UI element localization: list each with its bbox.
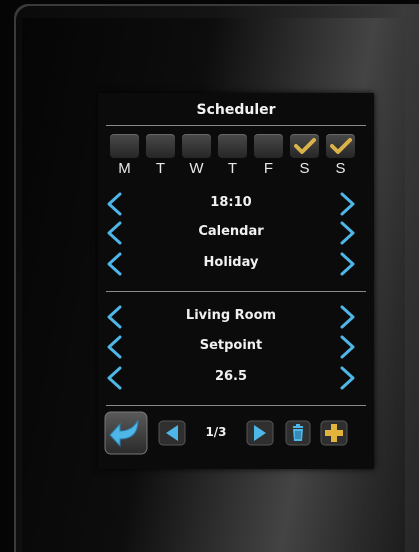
chevron-right-icon[interactable] — [336, 221, 358, 245]
chevron-right-icon[interactable] — [336, 305, 358, 329]
day-checkbox-fri[interactable] — [254, 134, 283, 158]
checkmark-icon — [330, 138, 352, 154]
back-button[interactable] — [104, 411, 148, 455]
chevron-left-icon[interactable] — [104, 221, 126, 245]
day-checkbox-thu[interactable] — [218, 134, 247, 158]
function-value: Setpoint — [199, 338, 263, 353]
add-button[interactable] — [320, 420, 348, 446]
day-label: T — [227, 160, 238, 177]
chevron-left-icon[interactable] — [104, 366, 126, 390]
chevron-right-icon[interactable] — [336, 335, 358, 359]
scheduler-panel: Scheduler M T W T F S S 18:10 Calendar H… — [98, 93, 374, 469]
day-label: M — [118, 160, 131, 177]
day-label: S — [335, 160, 346, 177]
prev-page-button[interactable] — [158, 420, 186, 446]
next-page-button[interactable] — [246, 420, 274, 446]
day-checkbox-wed[interactable] — [182, 134, 211, 158]
day-label: S — [299, 160, 310, 177]
day-label: T — [155, 160, 166, 177]
divider — [106, 125, 366, 126]
setpoint-row: 26.5 — [98, 366, 374, 390]
page-title: Scheduler — [196, 102, 276, 118]
function-row: Setpoint — [98, 335, 374, 359]
day-checkbox-tue[interactable] — [146, 134, 175, 158]
room-value: Living Room — [185, 308, 277, 323]
day-label: F — [263, 160, 274, 177]
time-row: 18:10 — [98, 192, 374, 216]
delete-button[interactable] — [285, 420, 311, 446]
chevron-right-icon[interactable] — [336, 252, 358, 276]
chevron-right-icon[interactable] — [336, 192, 358, 216]
chevron-left-icon[interactable] — [104, 252, 126, 276]
setpoint-value: 26.5 — [214, 369, 248, 384]
calendar-row: Holiday — [98, 252, 374, 276]
calendar-value: Holiday — [203, 255, 259, 270]
page-indicator: 1/3 — [205, 425, 227, 439]
chevron-right-icon[interactable] — [336, 366, 358, 390]
divider — [106, 291, 366, 292]
day-checkbox-sun[interactable] — [326, 134, 355, 158]
time-value: 18:10 — [210, 195, 252, 210]
mode-value: Calendar — [198, 224, 264, 239]
mode-row: Calendar — [98, 221, 374, 245]
day-checkbox-mon[interactable] — [110, 134, 139, 158]
chevron-left-icon[interactable] — [104, 335, 126, 359]
room-row: Living Room — [98, 305, 374, 329]
day-label: W — [189, 160, 204, 177]
chevron-left-icon[interactable] — [104, 192, 126, 216]
day-checkbox-sat[interactable] — [290, 134, 319, 158]
chevron-left-icon[interactable] — [104, 305, 126, 329]
checkmark-icon — [294, 138, 316, 154]
divider — [106, 405, 366, 406]
